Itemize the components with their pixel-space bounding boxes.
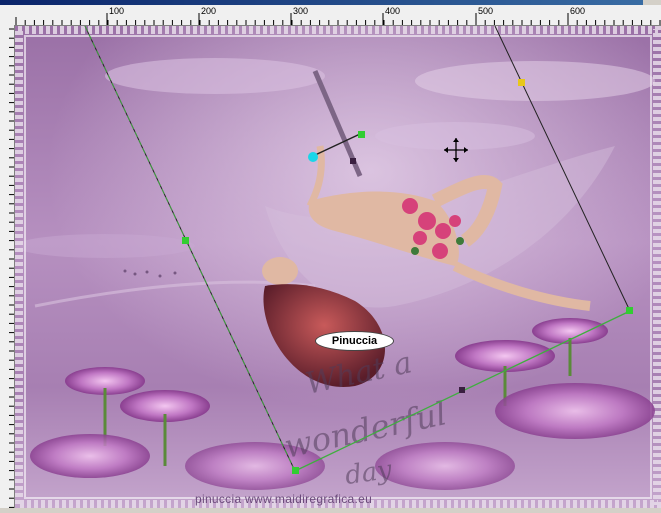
pick-tool-handle-icon[interactable] bbox=[459, 387, 465, 393]
pick-tool-handle-icon[interactable] bbox=[182, 237, 189, 244]
image-canvas[interactable]: What a wonderful day Pinuccia pinuccia w… bbox=[15, 26, 661, 508]
ruler-label-400: 400 bbox=[385, 6, 401, 16]
ruler-label-300: 300 bbox=[293, 6, 309, 16]
horizontal-ruler-ticks bbox=[15, 13, 661, 25]
ruler-label-200: 200 bbox=[201, 6, 217, 16]
vertical-ruler bbox=[0, 25, 15, 508]
pick-edge-right[interactable] bbox=[494, 26, 631, 312]
ruler-label-100: 100 bbox=[109, 6, 125, 16]
pick-tool-handle-icon[interactable] bbox=[350, 158, 356, 164]
pick-tool-handle-icon[interactable] bbox=[518, 79, 525, 86]
rotation-handle-icon[interactable] bbox=[308, 152, 318, 162]
horizontal-ruler: 100 200 300 400 500 600 bbox=[0, 5, 661, 26]
pick-tool-handle-icon[interactable] bbox=[626, 307, 633, 314]
pick-tool-handle-icon[interactable] bbox=[358, 131, 365, 138]
pick-tool-overlay[interactable] bbox=[15, 26, 661, 508]
move-cursor-icon bbox=[444, 138, 468, 162]
ruler-label-600: 600 bbox=[570, 6, 586, 16]
ruler-label-500: 500 bbox=[478, 6, 494, 16]
pick-tool-handle-icon[interactable] bbox=[292, 467, 299, 474]
vertical-ruler-ticks bbox=[9, 28, 14, 508]
